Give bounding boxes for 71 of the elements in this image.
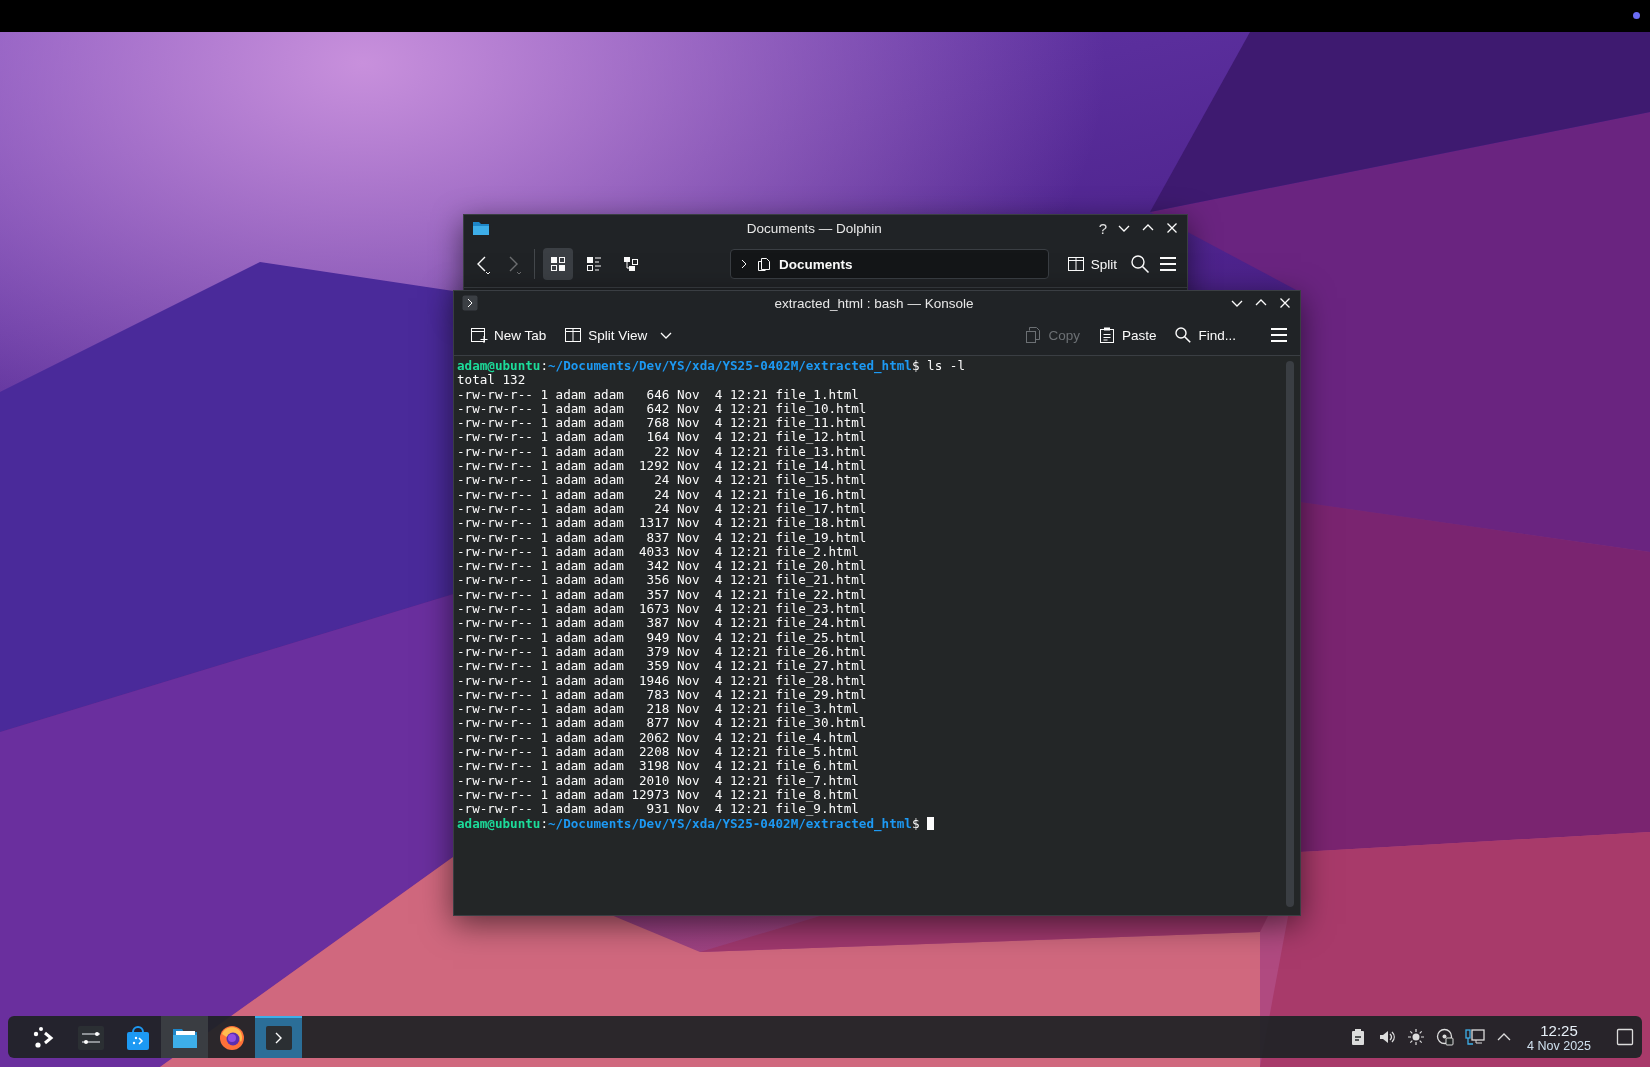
network-icon[interactable] (1465, 1028, 1486, 1046)
documents-icon (757, 257, 772, 271)
toolbar-button[interactable]: Split View (558, 322, 654, 348)
terminal-line: -rw-rw-r-- 1 adam adam 2208 Nov 4 12:21 file_5.html (457, 745, 859, 760)
close-icon[interactable] (1278, 296, 1292, 310)
status-dot (1633, 12, 1640, 19)
prompt-line: adam@ubuntu:~/Documents/Dev/YS/xda/YS25-0402M/extracted_html$ ls -l (457, 359, 966, 374)
window-title: extracted_html : bash — Konsole (773, 295, 975, 311)
clock-date[interactable]: 4 Nov 2025 (1527, 1038, 1591, 1053)
view-mode-button[interactable] (542, 248, 574, 280)
terminal-line: -rw-rw-r-- 1 adam adam 342 Nov 4 12:21 file_20.html (457, 559, 867, 574)
brightness-icon[interactable] (1407, 1028, 1426, 1046)
location-bar[interactable]: Documents (730, 249, 1049, 279)
terminal-line: -rw-rw-r-- 1 adam adam 2010 Nov 4 12:21 file_7.html (457, 773, 859, 788)
terminal-line: -rw-rw-r-- 1 adam adam 24 Nov 4 12:21 file_17.html (457, 501, 867, 517)
terminal-line: -rw-rw-r-- 1 adam adam 356 Nov 4 12:21 file_21.html (457, 573, 867, 588)
terminal-line: -rw-rw-r-- 1 adam adam 642 Nov 4 12:21 file_10.html (457, 401, 867, 417)
disc-icon[interactable] (1436, 1028, 1455, 1046)
terminal-line: -rw-rw-r-- 1 adam adam 24 Nov 4 12:21 file_15.html (457, 473, 867, 488)
terminal-line: -rw-rw-r-- 1 adam adam 24 Nov 4 12:21 file_16.html (457, 487, 867, 502)
help-button[interactable]: ? (1098, 219, 1107, 237)
clock-time[interactable]: 12:25 (1540, 1021, 1578, 1039)
toolbar-button[interactable]: Find... (1168, 322, 1242, 348)
terminal-line: -rw-rw-r-- 1 adam adam 218 Nov 4 12:21 file_3.html (457, 702, 859, 717)
terminal-line: -rw-rw-r-- 1 adam adam 768 Nov 4 12:21 file_11.html (457, 416, 867, 431)
search-icon[interactable] (1129, 253, 1151, 275)
location-text: Documents (779, 256, 853, 272)
terminal-icon (462, 295, 478, 311)
terminal-line: -rw-rw-r-- 1 adam adam 2062 Nov 4 12:21 file_4.html (457, 730, 859, 745)
terminal-line: -rw-rw-r-- 1 adam adam 646 Nov 4 12:21 file_1.html (457, 387, 859, 402)
terminal-line: total 132 (457, 373, 526, 388)
terminal-line: -rw-rw-r-- 1 adam adam 931 Nov 4 12:21 file_9.html (457, 802, 859, 817)
terminal-line: -rw-rw-r-- 1 adam adam 1946 Nov 4 12:21 file_28.html (457, 673, 867, 688)
terminal-line: -rw-rw-r-- 1 adam adam 22 Nov 4 12:21 file_13.html (457, 444, 867, 460)
split-button[interactable]: Split (1060, 251, 1123, 277)
terminal-line: -rw-rw-r-- 1 adam adam 387 Nov 4 12:21 file_24.html (457, 616, 867, 631)
grid-icon (549, 255, 568, 273)
terminal-line: -rw-rw-r-- 1 adam adam 1673 Nov 4 12:21 file_23.html (457, 602, 867, 617)
browser-icon (217, 1024, 246, 1052)
clipboard-icon[interactable] (1097, 326, 1116, 344)
terminal-line: -rw-rw-r-- 1 adam adam 164 Nov 4 12:21 file_12.html (457, 430, 867, 445)
split-view-icon[interactable] (1066, 255, 1085, 273)
toolbar-button[interactable]: Paste (1091, 322, 1163, 348)
terminal-line: -rw-rw-r-- 1 adam adam 379 Nov 4 12:21 file_26.html (457, 644, 867, 660)
toolbar-button[interactable]: New Tab (464, 322, 553, 348)
terminal-line: -rw-rw-r-- 1 adam adam 4033 Nov 4 12:21 file_2.html (457, 544, 859, 560)
show-desktop-icon[interactable] (1616, 1028, 1634, 1046)
terminal-icon (264, 1024, 293, 1052)
terminal-line: -rw-rw-r-- 1 adam adam 359 Nov 4 12:21 file_27.html (457, 659, 867, 674)
sliders-icon (76, 1024, 105, 1052)
terminal-line: -rw-rw-r-- 1 adam adam 12973 Nov 4 12:21 file_8.html (457, 787, 859, 803)
new-tab-icon[interactable] (470, 326, 488, 344)
close-icon[interactable] (1165, 221, 1179, 235)
terminal-line: -rw-rw-r-- 1 adam adam 357 Nov 4 12:21 file_22.html (457, 587, 867, 603)
list-icon (585, 255, 604, 273)
terminal-line: -rw-rw-r-- 1 adam adam 877 Nov 4 12:21 file_30.html (457, 716, 867, 731)
volume-icon[interactable] (1378, 1028, 1397, 1046)
terminal-line: -rw-rw-r-- 1 adam adam 783 Nov 4 12:21 file_29.html (457, 687, 867, 703)
prompt-line: adam@ubuntu:~/Documents/Dev/YS/xda/YS25-0402M/extracted_html$ (457, 816, 935, 831)
folder-icon (472, 220, 490, 236)
search-icon[interactable] (1174, 326, 1193, 344)
split-view-icon[interactable] (564, 326, 583, 344)
terminal-line: -rw-rw-r-- 1 adam adam 1292 Nov 4 12:21 file_14.html (457, 459, 867, 474)
terminal-line: -rw-rw-r-- 1 adam adam 837 Nov 4 12:21 file_19.html (457, 530, 867, 545)
window-title: Documents — Dolphin (745, 220, 883, 236)
terminal-line: -rw-rw-r-- 1 adam adam 3198 Nov 4 12:21 file_6.html (457, 759, 859, 774)
scrollbar[interactable] (1286, 361, 1294, 907)
taskbar-app-button[interactable] (161, 1016, 208, 1058)
terminal-line: -rw-rw-r-- 1 adam adam 949 Nov 4 12:21 file_25.html (457, 630, 867, 645)
terminal-line: -rw-rw-r-- 1 adam adam 1317 Nov 4 12:21 file_18.html (457, 516, 867, 531)
tree-icon (621, 255, 640, 273)
